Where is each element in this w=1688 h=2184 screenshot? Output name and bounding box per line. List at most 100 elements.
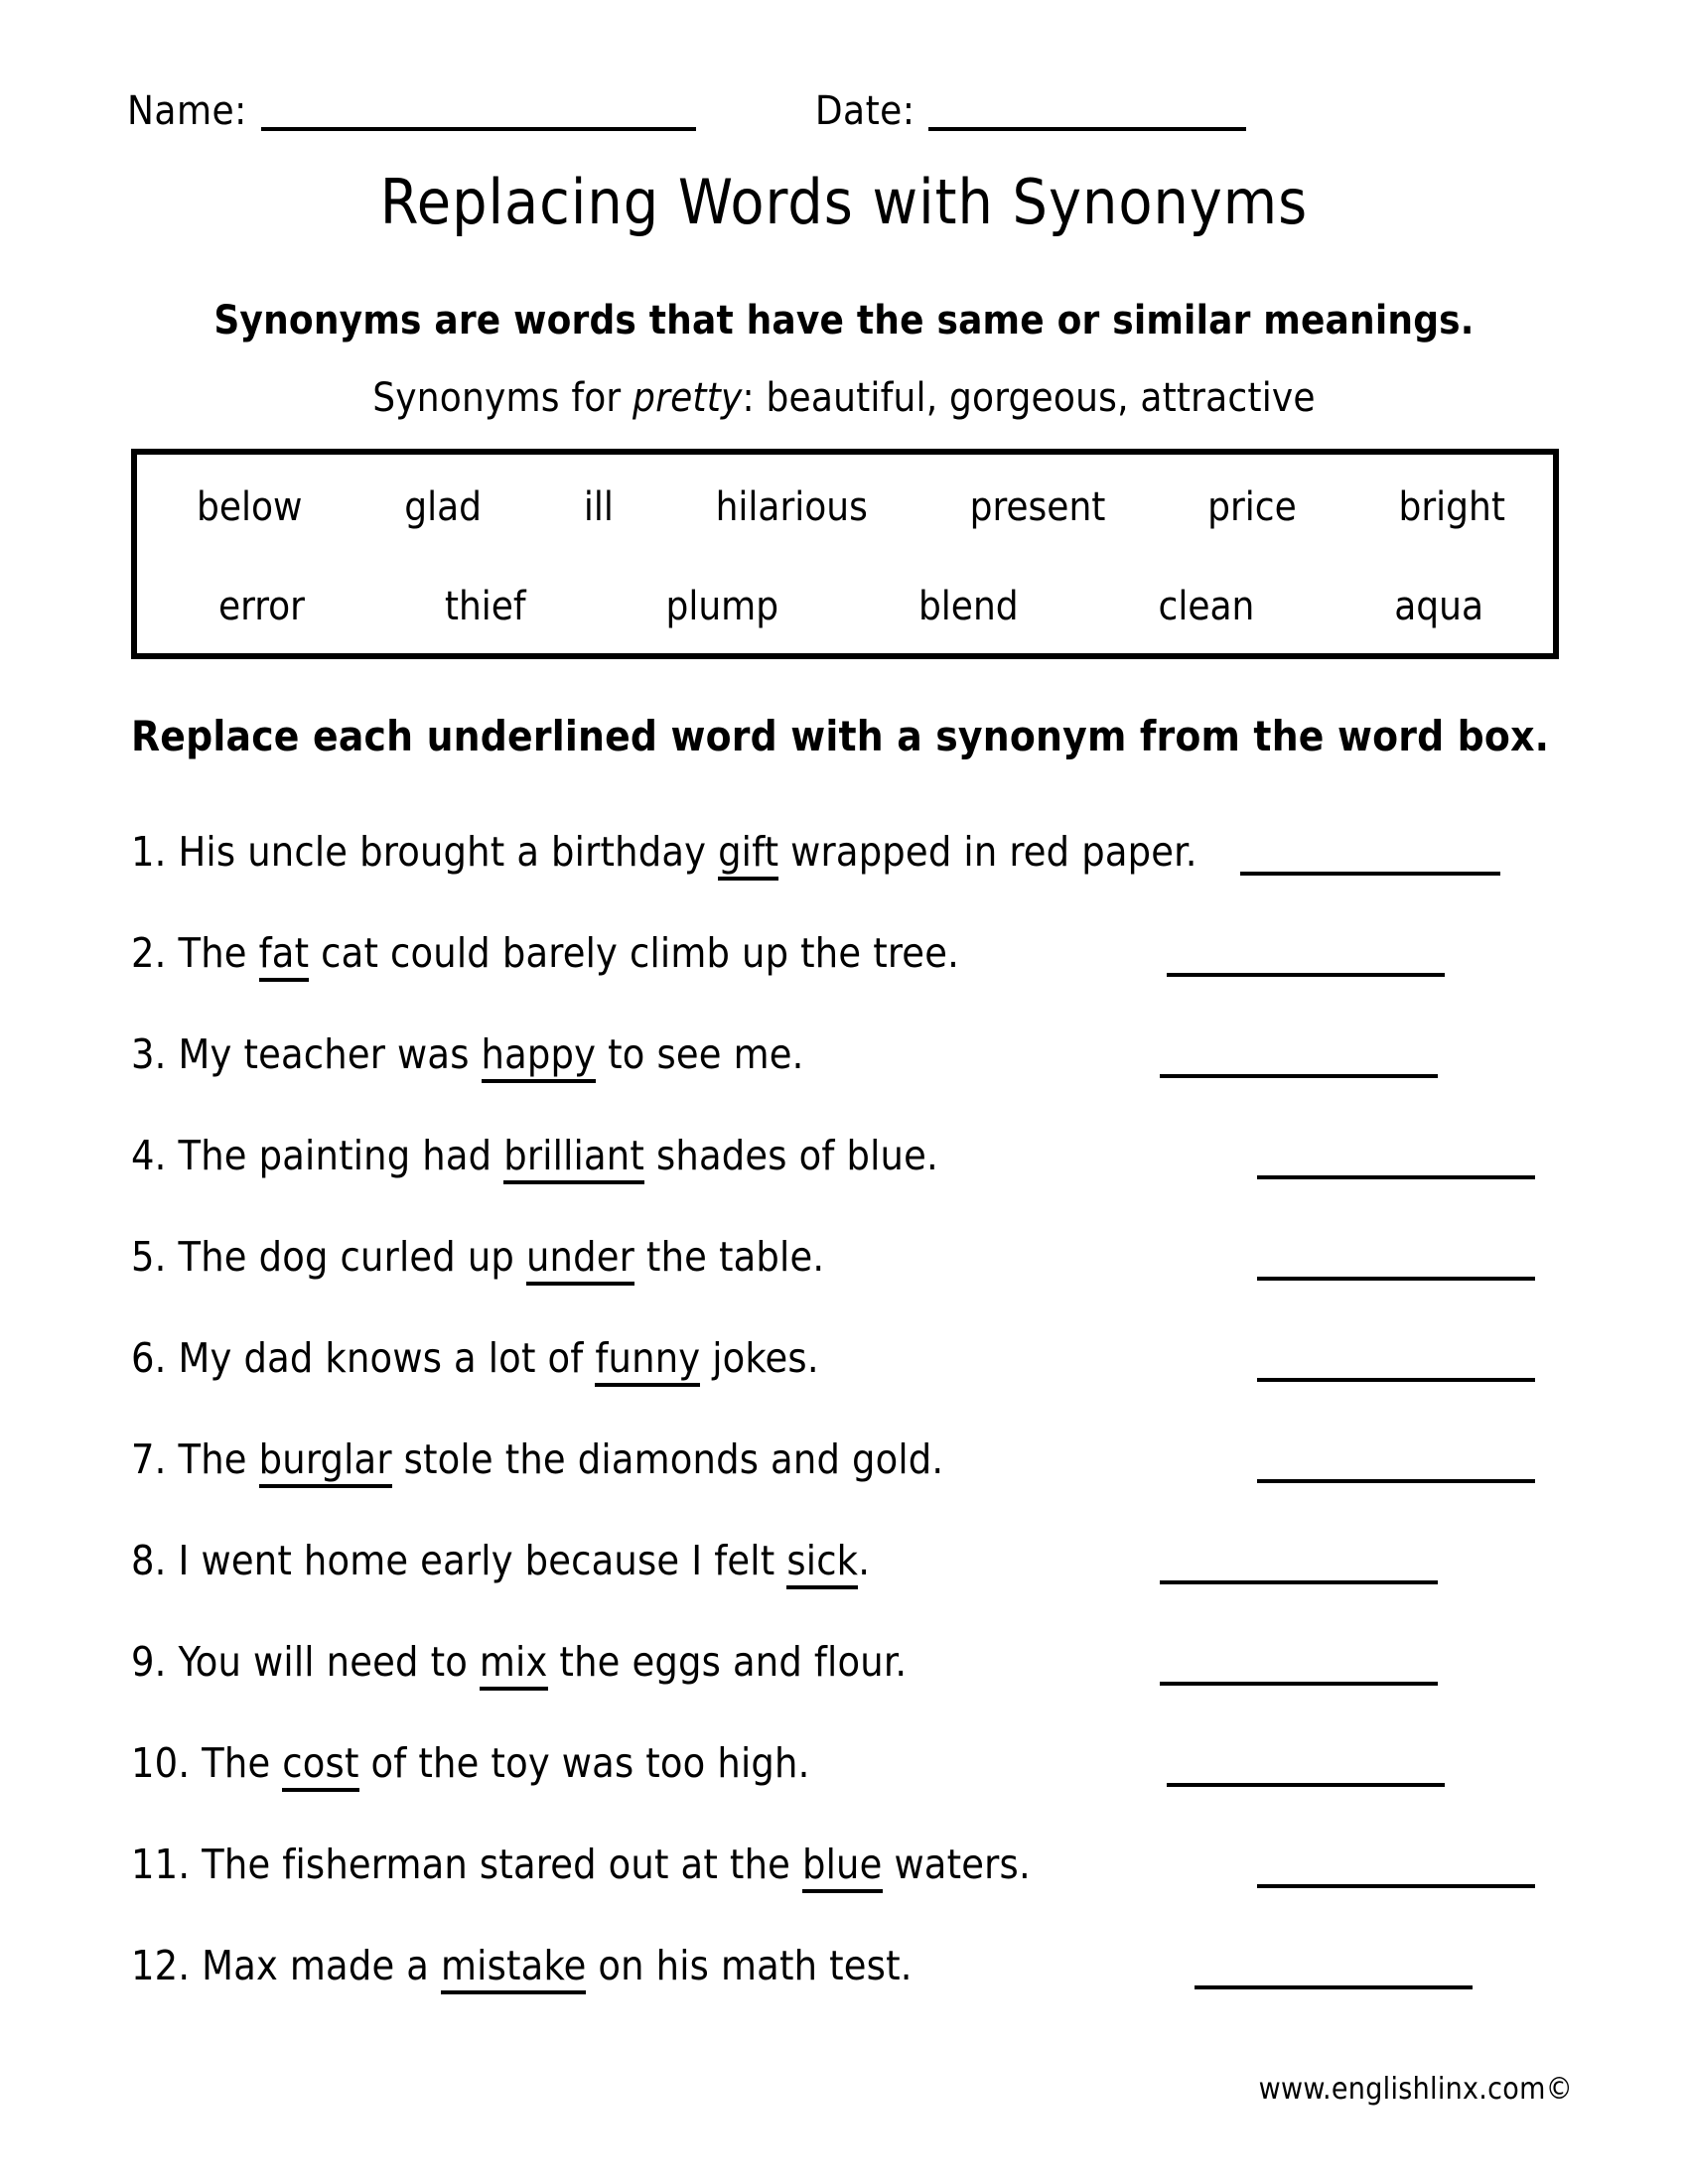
question-list: 1. His uncle brought a birthday gift wra… <box>0 814 1688 2029</box>
question-sentence: 10. The cost of the toy was too high. <box>131 1739 810 1792</box>
date-group: Date: <box>815 91 1247 131</box>
word-bank-item: plump <box>665 584 779 629</box>
underlined-word: mix <box>479 1638 548 1691</box>
word-bank-row-1: below glad ill hilarious present price b… <box>137 455 1553 560</box>
question-text-before: My dad knows a lot of <box>166 1334 596 1382</box>
word-bank-row-2: error thief plump blend clean aqua <box>137 560 1553 653</box>
question-sentence: 11. The fisherman stared out at the blue… <box>131 1841 1031 1893</box>
question-sentence: 3. My teacher was happy to see me. <box>131 1030 804 1083</box>
question-sentence: 2. The fat cat could barely climb up the… <box>131 929 960 982</box>
question-number: 6. <box>131 1334 167 1382</box>
answer-blank-line[interactable] <box>1160 1682 1438 1686</box>
question-sentence: 1. His uncle brought a birthday gift wra… <box>131 828 1197 881</box>
word-bank-item: bright <box>1398 484 1505 530</box>
underlined-word: mistake <box>441 1942 587 1994</box>
answer-blank-line[interactable] <box>1195 1985 1473 1989</box>
question-number: 11. <box>131 1841 191 1888</box>
word-bank-item: aqua <box>1394 584 1483 629</box>
answer-blank-line[interactable] <box>1160 1074 1438 1078</box>
question-row: 11. The fisherman stared out at the blue… <box>0 1827 1688 1928</box>
worksheet-page: Name: Date: Replacing Words with Synonym… <box>0 0 1688 2184</box>
question-row: 7. The burglar stole the diamonds and go… <box>0 1422 1688 1523</box>
question-text-before: The <box>190 1739 283 1787</box>
word-bank-item: ill <box>583 484 614 530</box>
example-prefix: Synonyms for <box>372 375 633 421</box>
question-row: 8. I went home early because I felt sick… <box>0 1523 1688 1624</box>
word-bank-item: thief <box>444 584 526 629</box>
underlined-word: blue <box>801 1841 883 1893</box>
question-number: 9. <box>131 1638 167 1686</box>
question-text-after: to see me. <box>596 1030 804 1078</box>
question-text-before: The fisherman stared out at the <box>190 1841 802 1888</box>
question-number: 12. <box>131 1942 191 1989</box>
question-row: 4. The painting had brilliant shades of … <box>0 1118 1688 1219</box>
question-row: 9. You will need to mix the eggs and flo… <box>0 1624 1688 1725</box>
word-bank-item: below <box>197 484 303 530</box>
question-text-before: The dog curled up <box>166 1233 526 1281</box>
question-text-before: I went home early because I felt <box>166 1537 787 1584</box>
answer-blank-line[interactable] <box>1257 1277 1535 1281</box>
answer-blank-line[interactable] <box>1240 872 1500 876</box>
question-text-after: on his math test. <box>586 1942 913 1989</box>
question-text-after: the eggs and flour. <box>547 1638 908 1686</box>
question-text-before: His uncle brought a birthday <box>166 828 719 876</box>
question-sentence: 6. My dad knows a lot of funny jokes. <box>131 1334 819 1387</box>
word-bank-item: clean <box>1158 584 1255 629</box>
word-bank-item: glad <box>404 484 483 530</box>
name-date-row: Name: Date: <box>127 91 1458 131</box>
question-text-before: My teacher was <box>166 1030 482 1078</box>
question-number: 2. <box>131 929 167 977</box>
question-row: 1. His uncle brought a birthday gift wra… <box>0 814 1688 915</box>
question-row: 12. Max made a mistake on his math test. <box>0 1928 1688 2029</box>
question-text-before: Max made a <box>190 1942 442 1989</box>
answer-blank-line[interactable] <box>1167 1783 1445 1787</box>
word-bank-item: blend <box>917 584 1019 629</box>
question-number: 10. <box>131 1739 191 1787</box>
question-text-before: The painting had <box>166 1132 504 1179</box>
example-text: Synonyms for pretty: beautiful, gorgeous… <box>0 375 1688 421</box>
date-input-line[interactable] <box>928 97 1247 131</box>
name-label: Name: <box>127 88 247 134</box>
question-sentence: 4. The painting had brilliant shades of … <box>131 1132 938 1184</box>
page-title: Replacing Words with Synonyms <box>379 166 1309 238</box>
underlined-word: fat <box>258 929 310 982</box>
question-row: 3. My teacher was happy to see me. <box>0 1017 1688 1118</box>
question-number: 8. <box>131 1537 167 1584</box>
answer-blank-line[interactable] <box>1257 1378 1535 1382</box>
name-input-line[interactable] <box>260 97 696 131</box>
question-text-after: wrapped in red paper. <box>778 828 1197 876</box>
question-text-after: shades of blue. <box>644 1132 938 1179</box>
word-bank-item: present <box>969 484 1106 530</box>
date-label: Date: <box>814 88 915 134</box>
question-sentence: 7. The burglar stole the diamonds and go… <box>131 1435 944 1488</box>
word-bank-item: hilarious <box>715 484 868 530</box>
underlined-word: burglar <box>258 1435 392 1488</box>
definition-text: Synonyms are words that have the same or… <box>213 298 1475 343</box>
answer-blank-line[interactable] <box>1257 1479 1535 1483</box>
answer-blank-line[interactable] <box>1257 1884 1535 1888</box>
question-number: 7. <box>131 1435 167 1483</box>
question-sentence: 9. You will need to mix the eggs and flo… <box>131 1638 908 1691</box>
word-bank-item: price <box>1207 484 1297 530</box>
question-text-after: stole the diamonds and gold. <box>391 1435 944 1483</box>
question-text-after: jokes. <box>700 1334 819 1382</box>
underlined-word: happy <box>481 1030 597 1083</box>
question-sentence: 5. The dog curled up under the table. <box>131 1233 824 1286</box>
question-number: 1. <box>131 828 167 876</box>
question-row: 2. The fat cat could barely climb up the… <box>0 915 1688 1017</box>
question-text-after: . <box>858 1537 871 1584</box>
answer-blank-line[interactable] <box>1257 1175 1535 1179</box>
question-row: 5. The dog curled up under the table. <box>0 1219 1688 1320</box>
answer-blank-line[interactable] <box>1160 1580 1438 1584</box>
question-row: 10. The cost of the toy was too high. <box>0 1725 1688 1827</box>
word-bank-box: below glad ill hilarious present price b… <box>131 449 1559 659</box>
question-text-after: cat could barely climb up the tree. <box>309 929 960 977</box>
underlined-word: sick <box>786 1537 859 1589</box>
word-bank-item: error <box>218 584 305 629</box>
question-sentence: 8. I went home early because I felt sick… <box>131 1537 871 1589</box>
underlined-word: funny <box>595 1334 701 1387</box>
answer-blank-line[interactable] <box>1167 973 1445 977</box>
question-number: 5. <box>131 1233 167 1281</box>
underlined-word: brilliant <box>503 1132 645 1184</box>
example-suffix: : beautiful, gorgeous, attractive <box>742 375 1316 421</box>
